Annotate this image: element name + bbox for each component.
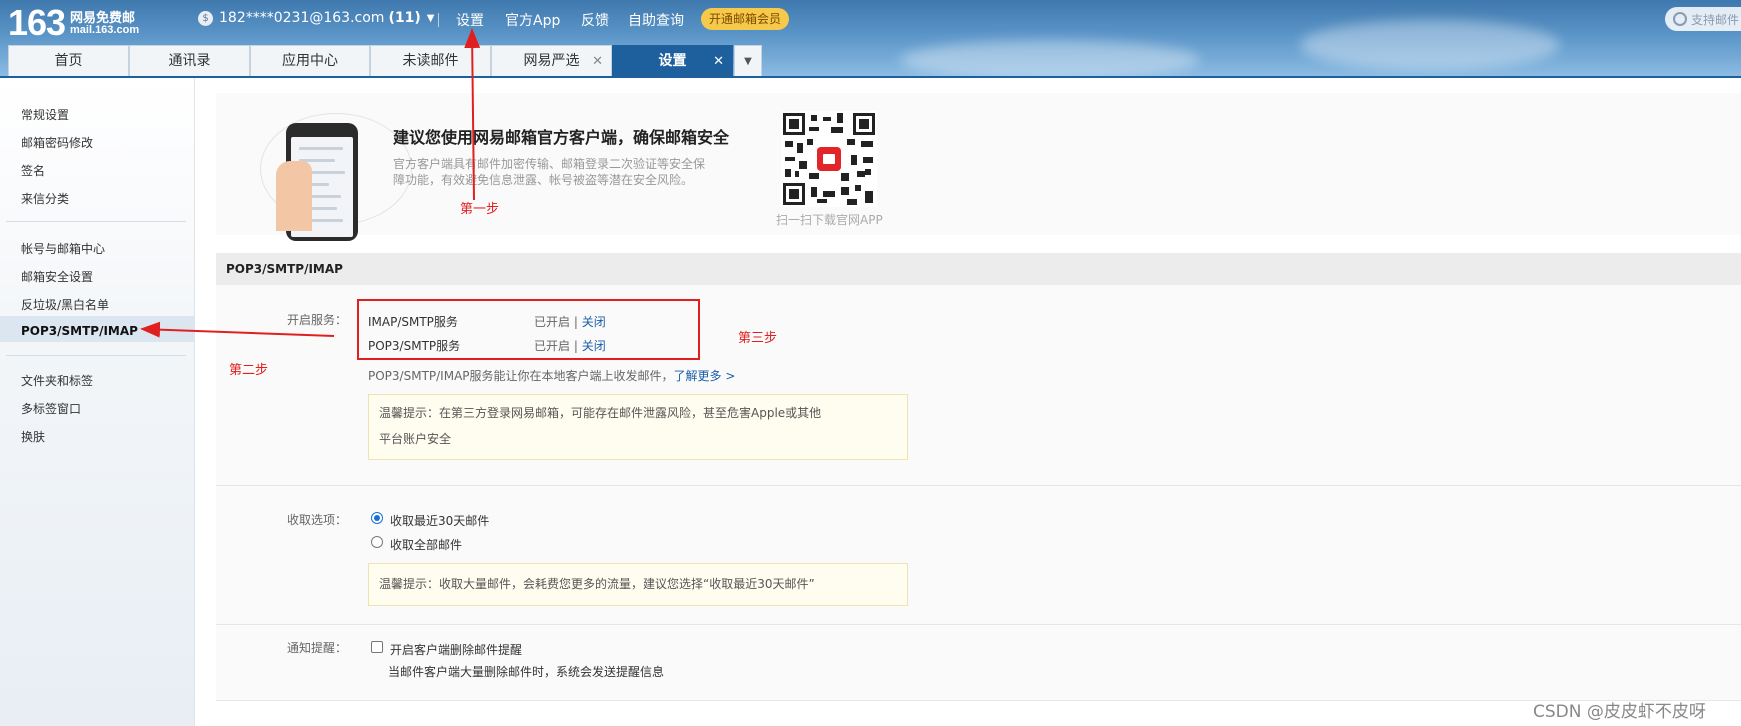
learn-more-link[interactable]: 了解更多 > bbox=[674, 369, 736, 383]
client-promo-banner: 建议您使用网易邮箱官方客户端，确保邮箱安全 官方客户端具有邮件加密传输、邮箱登录… bbox=[216, 93, 1741, 241]
divider bbox=[216, 624, 1741, 625]
traffic-tip-box: 温馨提示：收取大量邮件，会耗费您更多的流量，建议您选择“收取最近30天邮件” bbox=[368, 563, 908, 606]
hand-illustration bbox=[276, 161, 312, 231]
divider bbox=[216, 485, 1741, 486]
sidebar-item-account-center[interactable]: 帐号与邮箱中心 bbox=[21, 240, 105, 257]
promo-title: 建议您使用网易邮箱官方客户端，确保邮箱安全 bbox=[393, 128, 730, 147]
sidebar-item-folders-tags[interactable]: 文件夹和标签 bbox=[21, 372, 93, 389]
tab-yanxuan[interactable]: 网易严选 ✕ bbox=[491, 45, 612, 76]
search-box[interactable]: 支持邮件 bbox=[1665, 7, 1741, 31]
sidebar-item-general[interactable]: 常规设置 bbox=[21, 106, 69, 123]
tab-label: 通讯录 bbox=[168, 53, 211, 69]
notify-label: 通知提醒： bbox=[287, 641, 348, 655]
annotation-step-3: 第三步 bbox=[738, 331, 778, 346]
sidebar-item-antispam[interactable]: 反垃圾/黑白名单 bbox=[21, 296, 109, 313]
tab-label: 设置 bbox=[658, 53, 687, 69]
coin-icon: $ bbox=[198, 10, 213, 26]
official-app-link[interactable]: 官方App bbox=[505, 10, 560, 30]
section-title: POP3/SMTP/IMAP bbox=[226, 262, 343, 276]
tab-home[interactable]: 首页 bbox=[8, 45, 129, 76]
tab-settings[interactable]: 设置 ✕ bbox=[612, 45, 733, 76]
promo-description: 官方客户端具有邮件加密传输、邮箱登录二次验证等安全保障功能，有效避免信息泄露、帐… bbox=[393, 157, 706, 187]
self-service-link[interactable]: 自助查询 bbox=[628, 10, 684, 30]
sidebar-item-skin[interactable]: 换肤 bbox=[21, 428, 45, 445]
sidebar-item-mail-rules[interactable]: 来信分类 bbox=[21, 190, 69, 207]
radio-all-mail[interactable] bbox=[371, 536, 383, 548]
account-email: 182****0231@163.com bbox=[219, 10, 385, 26]
unread-count: (11) bbox=[388, 10, 421, 26]
option-recent-30-days-label[interactable]: 收取最近30天邮件 bbox=[390, 512, 489, 529]
logo-domain: mail.163.com bbox=[70, 24, 140, 36]
divider bbox=[6, 355, 186, 356]
annotation-step-2: 第二步 bbox=[229, 363, 269, 378]
tab-label: 应用中心 bbox=[282, 53, 338, 69]
annotation-step-1: 第一步 bbox=[460, 202, 500, 217]
sidebar-item-signature[interactable]: 签名 bbox=[21, 162, 45, 179]
annotation-highlight-box bbox=[357, 299, 700, 360]
tip-line: 平台账户安全 bbox=[379, 432, 452, 446]
settings-link[interactable]: 设置 bbox=[456, 10, 484, 30]
security-tip-box: 温馨提示：在第三方登录网易邮箱，可能存在邮件泄露风险，甚至危害Apple或其他 … bbox=[368, 394, 908, 460]
vip-button[interactable]: 开通邮箱会员 bbox=[701, 8, 790, 30]
qr-code bbox=[781, 111, 877, 207]
tab-contacts[interactable]: 通讯录 bbox=[129, 45, 250, 76]
tip-line: 温馨提示：收取大量邮件，会耗费您更多的流量，建议您选择“收取最近30天邮件” bbox=[379, 577, 815, 591]
chevron-down-icon: ▼ bbox=[744, 56, 752, 67]
delete-alert-checkbox[interactable] bbox=[371, 641, 383, 653]
chevron-down-icon: ▼ bbox=[426, 12, 435, 24]
settings-sidebar: 常规设置 邮箱密码修改 签名 来信分类 帐号与邮箱中心 邮箱安全设置 反垃圾/黑… bbox=[0, 78, 195, 726]
delete-alert-checkbox-label[interactable]: 开启客户端删除邮件提醒 bbox=[390, 641, 522, 658]
sidebar-item-security[interactable]: 邮箱安全设置 bbox=[21, 268, 93, 285]
tab-label: 未读邮件 bbox=[402, 53, 459, 69]
section-header: POP3/SMTP/IMAP bbox=[216, 253, 1741, 285]
sidebar-item-multi-tab[interactable]: 多标签窗口 bbox=[21, 400, 81, 417]
services-info: POP3/SMTP/IMAP服务能让你在本地客户端上收发邮件，了解更多 > bbox=[368, 367, 735, 384]
sidebar-item-password[interactable]: 邮箱密码修改 bbox=[21, 134, 93, 151]
search-icon bbox=[1673, 12, 1687, 26]
option-all-mail-label[interactable]: 收取全部邮件 bbox=[390, 536, 462, 553]
delete-alert-description: 当邮件客户端大量删除邮件时，系统会发送提醒信息 bbox=[388, 665, 665, 679]
sidebar-item-pop3-smtp-imap[interactable]: POP3/SMTP/IMAP bbox=[21, 324, 138, 338]
header-cloud-decoration bbox=[1300, 20, 1560, 70]
receive-options-label: 收取选项： bbox=[287, 513, 348, 527]
watermark: CSDN @皮皮虾不皮呀 bbox=[1533, 702, 1706, 722]
close-icon[interactable]: ✕ bbox=[592, 46, 603, 77]
tip-line: 温馨提示：在第三方登录网易邮箱，可能存在邮件泄露风险，甚至危害Apple或其他 bbox=[379, 406, 822, 420]
feedback-link[interactable]: 反馈 bbox=[581, 10, 609, 30]
logo-number: 163 bbox=[8, 2, 66, 43]
divider bbox=[438, 13, 439, 27]
divider bbox=[216, 700, 1741, 701]
tab-app-center[interactable]: 应用中心 bbox=[250, 45, 370, 76]
close-icon[interactable]: ✕ bbox=[713, 46, 724, 77]
divider bbox=[6, 221, 186, 222]
tab-label: 首页 bbox=[54, 53, 83, 69]
tab-bar-underline bbox=[0, 76, 1741, 78]
tab-unread-mail[interactable]: 未读邮件 bbox=[370, 45, 491, 76]
radio-recent-30-days[interactable] bbox=[371, 512, 383, 524]
qr-caption: 扫一扫下载官网APP bbox=[776, 213, 883, 227]
tab-overflow-menu[interactable]: ▼ bbox=[734, 45, 762, 76]
header-cloud-decoration bbox=[900, 40, 1200, 78]
account-switcher[interactable]: $ 182****0231@163.com (11) ▼ bbox=[198, 10, 434, 26]
services-label: 开启服务： bbox=[287, 313, 348, 327]
tab-label: 网易严选 bbox=[523, 53, 580, 69]
services-info-text: POP3/SMTP/IMAP服务能让你在本地客户端上收发邮件， bbox=[368, 369, 674, 383]
search-placeholder: 支持邮件 bbox=[1691, 13, 1740, 27]
